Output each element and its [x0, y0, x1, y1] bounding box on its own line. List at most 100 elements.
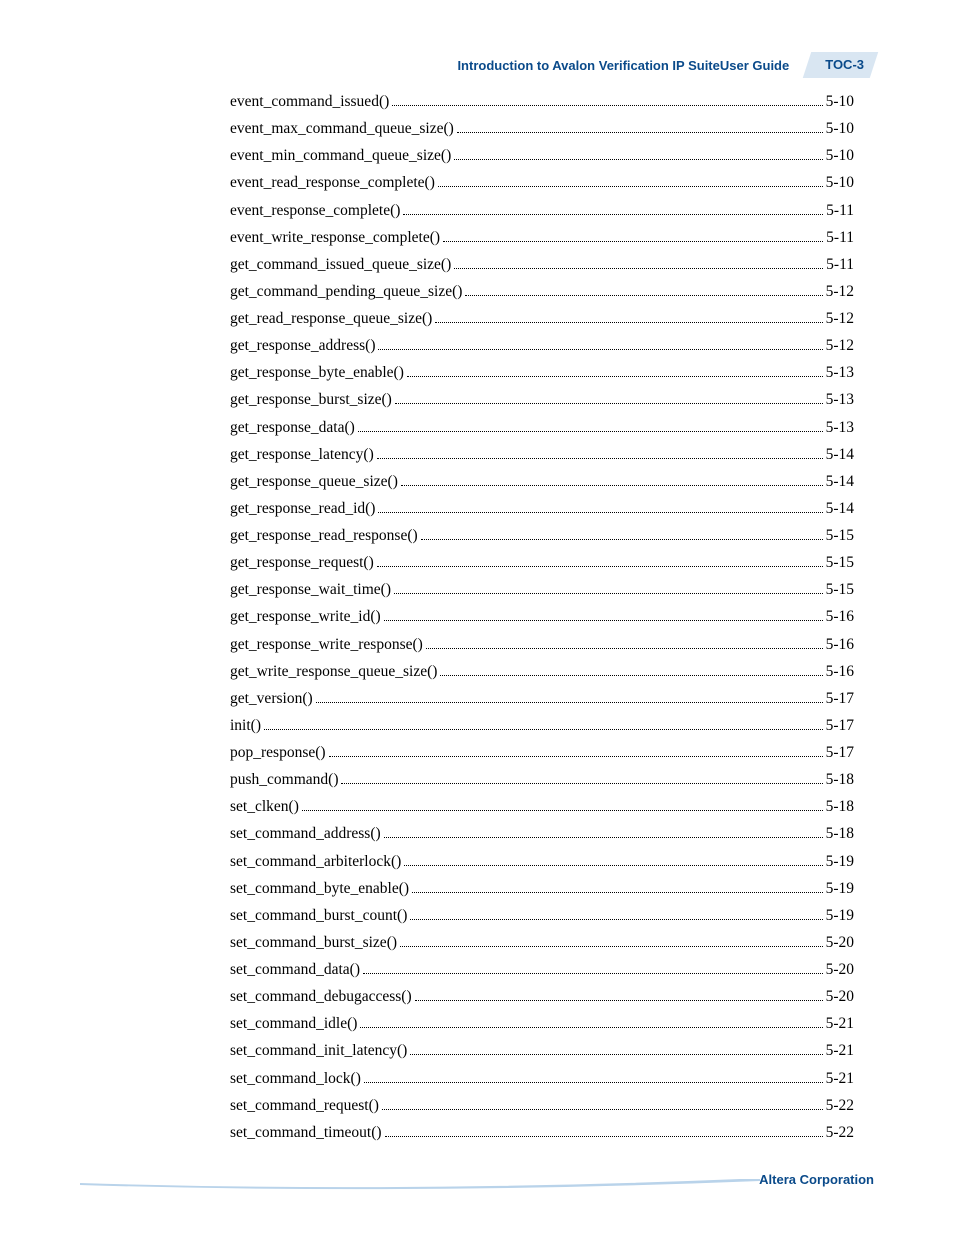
- toc-leader-dots: [385, 1136, 823, 1137]
- toc-entry-page: 5-10: [826, 142, 854, 169]
- toc-leader-dots: [377, 458, 823, 459]
- toc-leader-dots: [415, 1000, 823, 1001]
- toc-entry[interactable]: set_command_idle()5-21: [230, 1010, 854, 1037]
- toc-entry[interactable]: set_command_lock()5-21: [230, 1065, 854, 1092]
- toc-entry[interactable]: get_response_wait_time() 5-15: [230, 576, 854, 603]
- toc-entry-page: 5-18: [826, 820, 854, 847]
- toc-leader-dots: [358, 431, 823, 432]
- toc-entry-label: set_clken(): [230, 793, 299, 820]
- toc-entry-label: event_min_command_queue_size(): [230, 142, 451, 169]
- toc-entry-label: get_response_read_response(): [230, 522, 418, 549]
- table-of-contents: event_command_issued()5-10event_max_comm…: [230, 88, 854, 1146]
- toc-entry-page: 5-19: [826, 902, 854, 929]
- toc-entry-label: set_command_debugaccess(): [230, 983, 412, 1010]
- toc-entry-page: 5-18: [826, 793, 854, 820]
- toc-entry[interactable]: get_version() 5-17: [230, 685, 854, 712]
- toc-entry-page: 5-20: [826, 956, 854, 983]
- toc-entry[interactable]: event_response_complete() 5-11: [230, 197, 854, 224]
- toc-entry[interactable]: get_response_queue_size() 5-14: [230, 468, 854, 495]
- toc-entry-page: 5-14: [826, 495, 854, 522]
- toc-entry-label: get_response_write_id(): [230, 603, 381, 630]
- toc-entry-label: get_version(): [230, 685, 313, 712]
- toc-entry[interactable]: event_read_response_complete()5-10: [230, 169, 854, 196]
- toc-entry[interactable]: get_command_pending_queue_size()5-12: [230, 278, 854, 305]
- toc-entry-page: 5-13: [826, 414, 854, 441]
- toc-entry[interactable]: init()5-17: [230, 712, 854, 739]
- toc-entry[interactable]: set_clken() 5-18: [230, 793, 854, 820]
- toc-entry-page: 5-15: [826, 576, 854, 603]
- toc-entry[interactable]: event_write_response_complete()5-11: [230, 224, 854, 251]
- toc-leader-dots: [400, 946, 823, 947]
- toc-entry-page: 5-22: [826, 1119, 854, 1146]
- toc-leader-dots: [443, 241, 823, 242]
- toc-leader-dots: [454, 159, 822, 160]
- toc-entry[interactable]: set_command_request()5-22: [230, 1092, 854, 1119]
- toc-entry-label: get_response_queue_size(): [230, 468, 398, 495]
- header-page-badge: TOC-3: [807, 52, 874, 78]
- toc-entry[interactable]: pop_response()5-17: [230, 739, 854, 766]
- toc-entry[interactable]: get_response_latency()5-14: [230, 441, 854, 468]
- toc-leader-dots: [329, 756, 823, 757]
- toc-entry-page: 5-14: [826, 468, 854, 495]
- toc-entry-label: event_response_complete(): [230, 197, 400, 224]
- toc-entry[interactable]: push_command()5-18: [230, 766, 854, 793]
- toc-entry[interactable]: set_command_burst_count()5-19: [230, 902, 854, 929]
- toc-entry[interactable]: event_min_command_queue_size() 5-10: [230, 142, 854, 169]
- toc-entry[interactable]: get_read_response_queue_size()5-12: [230, 305, 854, 332]
- toc-entry-label: set_command_data(): [230, 956, 360, 983]
- toc-entry[interactable]: event_command_issued()5-10: [230, 88, 854, 115]
- toc-leader-dots: [394, 593, 823, 594]
- toc-entry[interactable]: get_response_read_id() 5-14: [230, 495, 854, 522]
- toc-entry-label: get_response_byte_enable(): [230, 359, 404, 386]
- toc-leader-dots: [440, 675, 822, 676]
- toc-entry[interactable]: get_command_issued_queue_size()5-11: [230, 251, 854, 278]
- toc-entry[interactable]: get_response_burst_size()5-13: [230, 386, 854, 413]
- toc-entry[interactable]: set_command_burst_size()5-20: [230, 929, 854, 956]
- toc-entry-page: 5-21: [826, 1037, 854, 1064]
- toc-entry-page: 5-10: [826, 115, 854, 142]
- footer-company: Altera Corporation: [759, 1172, 874, 1187]
- toc-leader-dots: [392, 105, 822, 106]
- toc-entry[interactable]: get_response_byte_enable()5-13: [230, 359, 854, 386]
- toc-entry-label: get_read_response_queue_size(): [230, 305, 432, 332]
- toc-entry-page: 5-17: [826, 739, 854, 766]
- toc-entry[interactable]: set_command_timeout()5-22: [230, 1119, 854, 1146]
- toc-entry[interactable]: set_command_data() 5-20: [230, 956, 854, 983]
- toc-entry[interactable]: set_command_arbiterlock()5-19: [230, 848, 854, 875]
- toc-leader-dots: [364, 1082, 823, 1083]
- toc-entry-label: push_command(): [230, 766, 338, 793]
- toc-entry-page: 5-12: [826, 278, 854, 305]
- toc-entry[interactable]: set_command_init_latency()5-21: [230, 1037, 854, 1064]
- toc-leader-dots: [384, 837, 823, 838]
- toc-entry-label: set_command_request(): [230, 1092, 379, 1119]
- toc-entry[interactable]: set_command_byte_enable()5-19: [230, 875, 854, 902]
- toc-entry-page: 5-11: [826, 197, 854, 224]
- toc-entry[interactable]: get_response_data() 5-13: [230, 414, 854, 441]
- toc-entry[interactable]: get_response_request()5-15: [230, 549, 854, 576]
- toc-entry[interactable]: event_max_command_queue_size()5-10: [230, 115, 854, 142]
- toc-entry-label: init(): [230, 712, 261, 739]
- toc-leader-dots: [407, 376, 823, 377]
- toc-entry-label: get_response_request(): [230, 549, 374, 576]
- toc-entry-label: set_command_byte_enable(): [230, 875, 409, 902]
- toc-entry[interactable]: get_write_response_queue_size()5-16: [230, 658, 854, 685]
- toc-entry[interactable]: set_command_address()5-18: [230, 820, 854, 847]
- toc-entry[interactable]: get_response_address()5-12: [230, 332, 854, 359]
- toc-leader-dots: [378, 349, 822, 350]
- toc-leader-dots: [360, 1027, 822, 1028]
- toc-entry[interactable]: set_command_debugaccess()5-20: [230, 983, 854, 1010]
- toc-entry[interactable]: get_response_write_response()5-16: [230, 631, 854, 658]
- toc-entry-label: get_response_write_response(): [230, 631, 423, 658]
- toc-entry-label: get_response_wait_time(): [230, 576, 391, 603]
- toc-entry-page: 5-19: [826, 848, 854, 875]
- toc-entry-label: get_response_read_id(): [230, 495, 375, 522]
- page: Introduction to Avalon Verification IP S…: [0, 0, 954, 1235]
- toc-entry-page: 5-17: [826, 685, 854, 712]
- page-header: Introduction to Avalon Verification IP S…: [0, 52, 874, 78]
- toc-entry-label: set_command_burst_size(): [230, 929, 397, 956]
- toc-entry-label: get_response_data(): [230, 414, 355, 441]
- toc-entry[interactable]: get_response_read_response()5-15: [230, 522, 854, 549]
- header-page-number: TOC-3: [825, 57, 864, 72]
- toc-entry[interactable]: get_response_write_id()5-16: [230, 603, 854, 630]
- toc-entry-label: event_read_response_complete(): [230, 169, 435, 196]
